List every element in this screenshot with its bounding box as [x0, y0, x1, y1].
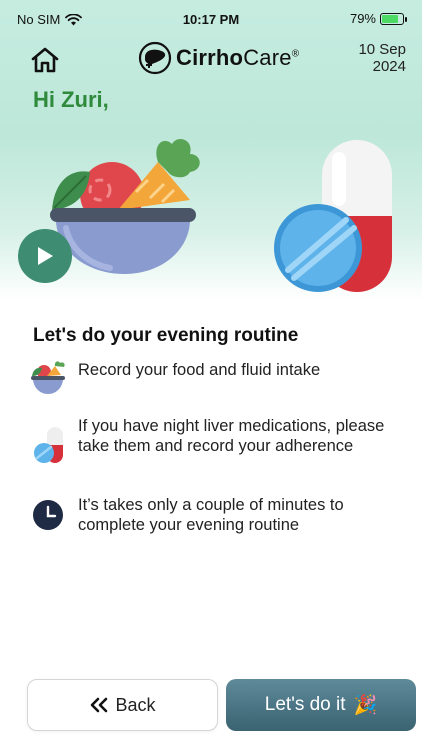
logo-regular: Care: [243, 45, 292, 70]
lets-do-it-label: Let's do it: [264, 694, 346, 715]
routine-item-medication: If you have night liver medications, ple…: [28, 416, 408, 464]
routine-item-time-text: It’s takes only a couple of minutes to c…: [78, 496, 344, 534]
home-button[interactable]: [28, 44, 62, 76]
routine-title: Let's do your evening routine: [33, 325, 299, 346]
battery-fill: [382, 14, 398, 23]
cirrhocare-logo: CirrhoCare®: [138, 40, 299, 76]
lets-do-it-button[interactable]: Let's do it 🎉: [226, 679, 416, 731]
routine-item-time: It’s takes only a couple of minutes to c…: [28, 495, 408, 535]
food-bowl-icon: [28, 360, 68, 396]
date-display: 10 Sep 2024: [358, 41, 406, 75]
greeting-text: Hi Zuri,: [33, 87, 109, 112]
battery-percent: 79%: [349, 11, 376, 26]
home-icon: [31, 47, 59, 73]
logo-registered: ®: [291, 48, 300, 60]
date-day-month: 10 Sep: [358, 41, 406, 58]
battery-icon: [380, 12, 407, 25]
double-chevron-left-icon: [91, 697, 108, 713]
play-icon: [38, 247, 53, 265]
liver-logo-icon: [138, 41, 172, 75]
back-button[interactable]: Back: [27, 679, 218, 731]
routine-item-food: Record your food and fluid intake: [28, 360, 408, 396]
play-video-button[interactable]: [18, 229, 72, 283]
pill-icon: [28, 416, 68, 464]
back-button-label: Back: [115, 694, 156, 715]
evening-routine-screen: No SIM 10:17 PM 79% CirrhoCare® 10 Sep 2…: [0, 0, 422, 747]
medication-illustration: [274, 140, 392, 292]
clock-icon: [28, 495, 68, 531]
status-bar: No SIM 10:17 PM 79%: [0, 0, 422, 34]
party-popper-icon: 🎉: [353, 695, 378, 716]
logo-text: CirrhoCare®: [176, 45, 299, 71]
routine-item-medication-text: If you have night liver medications, ple…: [78, 417, 385, 455]
routine-item-food-text: Record your food and fluid intake: [78, 361, 321, 379]
date-year: 2024: [372, 58, 406, 75]
logo-bold: Cirrho: [176, 45, 244, 70]
status-right: 79%: [349, 11, 407, 26]
